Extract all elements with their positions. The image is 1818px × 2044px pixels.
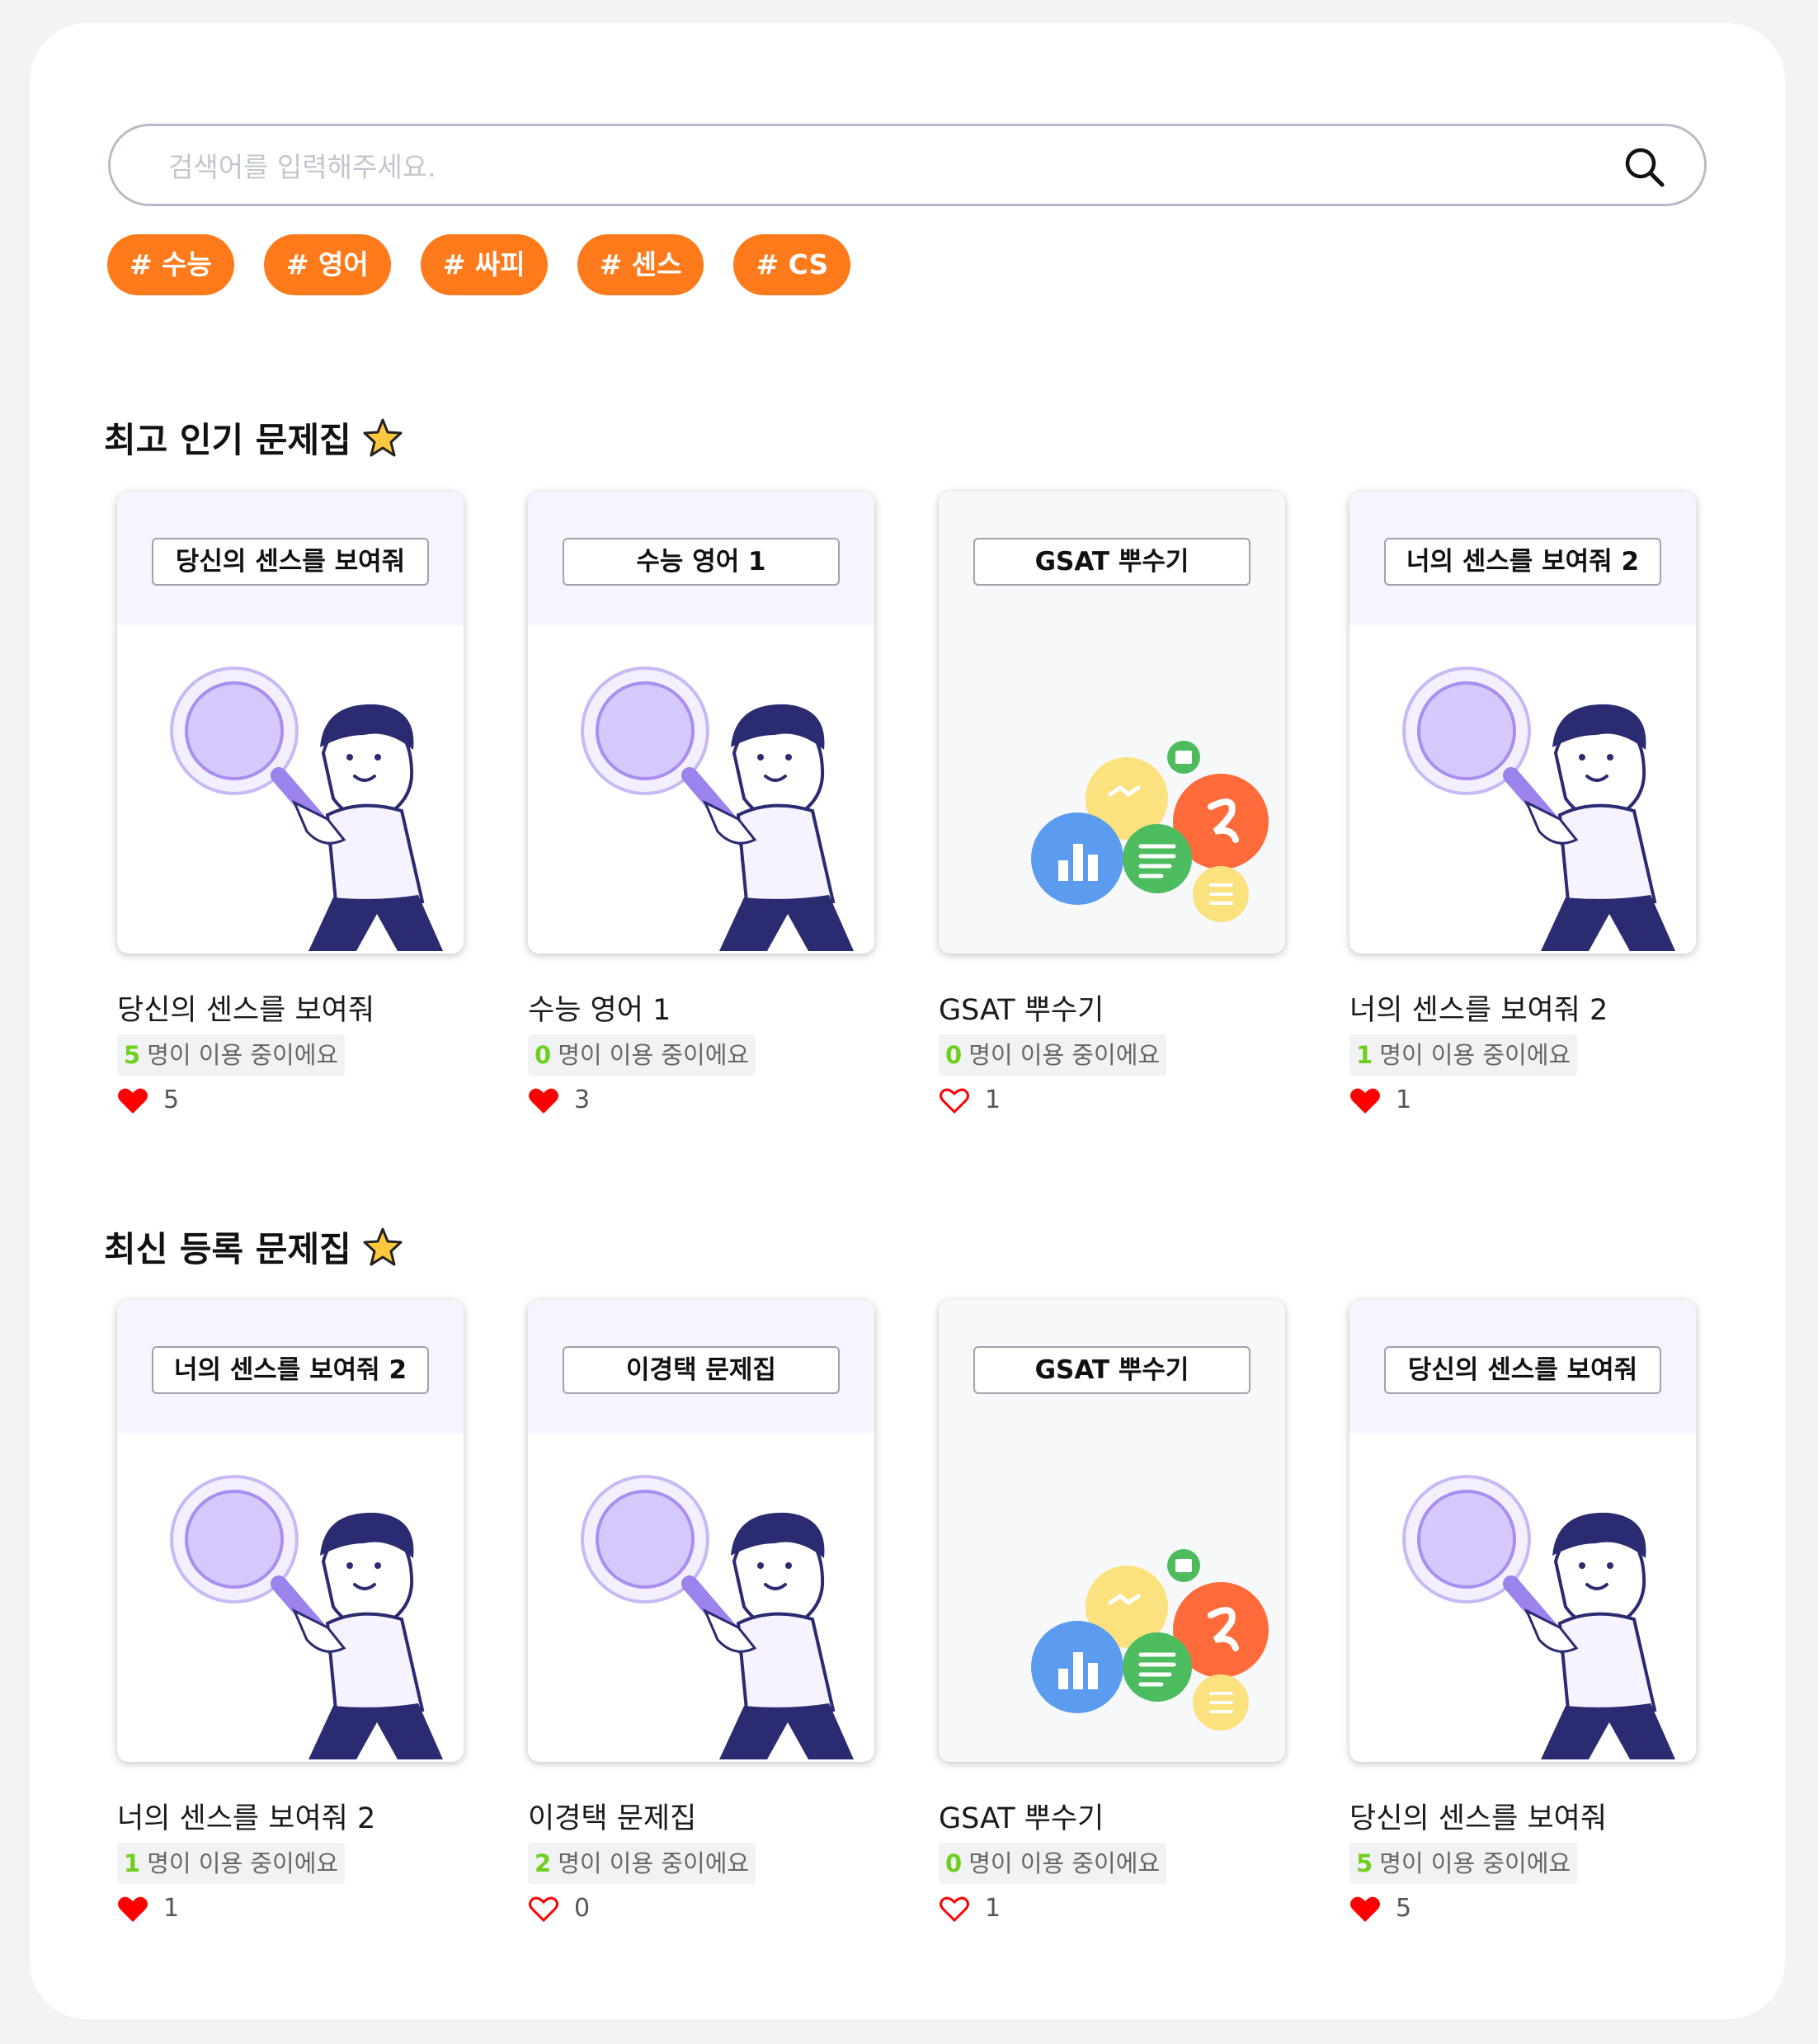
thumbnail-label: 이경택 문제집 [563, 1346, 840, 1394]
search-input[interactable] [167, 143, 1572, 191]
user-count: 2 [535, 1849, 552, 1877]
like-count: 1 [1396, 1086, 1412, 1114]
heart-filled-icon[interactable] [528, 1086, 559, 1114]
user-count: 1 [124, 1849, 141, 1877]
like-row: 5 [117, 1086, 179, 1114]
magnifier-person-illustration [170, 666, 443, 951]
star-icon [363, 418, 403, 456]
card-thumbnail[interactable]: GSAT 뿌수기 [939, 492, 1285, 954]
tag-chip[interactable]: # 영어 [263, 234, 391, 295]
user-count: 5 [124, 1041, 141, 1069]
like-row: 5 [1349, 1894, 1411, 1923]
tag-chip[interactable]: # CS [733, 234, 851, 295]
user-count-badge: 0 명이 이용 중이에요 [939, 1843, 1167, 1884]
magnifier-person-illustration [170, 1475, 443, 1759]
like-count: 1 [985, 1086, 1001, 1114]
like-count: 3 [574, 1086, 591, 1114]
card-thumbnail[interactable]: 당신의 센스를 보여줘 [117, 492, 464, 954]
card-thumbnail[interactable]: 너의 센스를 보여줘 2 [1349, 492, 1696, 954]
colored-circles-illustration [1031, 741, 1269, 922]
user-count-text: 명이 이용 중이에요 [147, 1041, 339, 1069]
user-count: 1 [1356, 1041, 1373, 1069]
heart-filled-icon[interactable] [1349, 1895, 1381, 1923]
user-count-badge: 0 명이 이용 중이에요 [939, 1034, 1167, 1076]
tag-chip[interactable]: # 수능 [107, 234, 234, 295]
section-title-recent: 최신 등록 문제집 [104, 1222, 404, 1272]
tag-list: # 수능 # 영어 # 싸피 # 센스 # CS [107, 234, 880, 295]
search-icon[interactable] [1622, 144, 1668, 191]
like-row: 1 [939, 1086, 1001, 1114]
magnifier-person-illustration [581, 666, 854, 951]
heart-outline-icon[interactable] [939, 1895, 970, 1923]
card-title[interactable]: 수능 영어 1 [528, 987, 671, 1029]
section-title-text: 최고 인기 문제집 [104, 420, 351, 460]
thumbnail-label: GSAT 뿌수기 [973, 1346, 1250, 1394]
user-count-text: 명이 이용 중이에요 [558, 1849, 750, 1877]
like-count: 5 [163, 1086, 180, 1114]
heart-filled-icon[interactable] [117, 1895, 148, 1923]
like-row: 1 [1349, 1086, 1411, 1114]
search-bar[interactable] [108, 124, 1707, 206]
card-title[interactable]: 너의 센스를 보여줘 2 [117, 1795, 375, 1837]
user-count-badge: 5 명이 이용 중이에요 [1349, 1843, 1578, 1884]
like-count: 5 [1396, 1894, 1412, 1923]
thumbnail-label: 너의 센스를 보여줘 2 [152, 1346, 429, 1394]
card-title[interactable]: GSAT 뿌수기 [939, 987, 1104, 1029]
like-row: 1 [939, 1894, 1001, 1923]
user-count-text: 명이 이용 중이에요 [147, 1849, 339, 1877]
magnifier-person-illustration [1402, 666, 1675, 951]
section-title-popular: 최고 인기 문제집 [104, 412, 404, 463]
thumbnail-label: 너의 센스를 보여줘 2 [1384, 538, 1661, 586]
like-row: 3 [528, 1086, 590, 1114]
card-thumbnail[interactable]: GSAT 뿌수기 [939, 1300, 1285, 1762]
card-thumbnail[interactable]: 당신의 센스를 보여줘 [1349, 1300, 1696, 1762]
user-count-text: 명이 이용 중이에요 [968, 1849, 1161, 1877]
like-count: 0 [574, 1894, 591, 1923]
user-count-text: 명이 이용 중이에요 [1379, 1041, 1571, 1069]
thumbnail-label: 당신의 센스를 보여줘 [1384, 1346, 1661, 1394]
user-count: 5 [1356, 1849, 1373, 1877]
tag-chip[interactable]: # 센스 [577, 234, 704, 295]
like-count: 1 [163, 1894, 180, 1923]
heart-filled-icon[interactable] [117, 1086, 148, 1114]
colored-circles-illustration [1031, 1549, 1269, 1731]
user-count-badge: 1 명이 이용 중이에요 [1349, 1034, 1578, 1076]
thumbnail-label: GSAT 뿌수기 [973, 538, 1250, 586]
card-thumbnail[interactable]: 수능 영어 1 [528, 492, 874, 954]
section-title-text: 최신 등록 문제집 [104, 1229, 351, 1269]
user-count: 0 [535, 1041, 552, 1069]
user-count: 0 [945, 1849, 963, 1877]
main-panel: # 수능 # 영어 # 싸피 # 센스 # CS 최고 인기 문제집 당신의 센… [30, 23, 1785, 2019]
card-thumbnail[interactable]: 이경택 문제집 [528, 1300, 874, 1762]
card-title[interactable]: 당신의 센스를 보여줘 [1349, 1795, 1607, 1837]
user-count-badge: 1 명이 이용 중이에요 [117, 1843, 346, 1884]
user-count-text: 명이 이용 중이에요 [558, 1041, 750, 1069]
star-icon [363, 1227, 403, 1265]
card-title[interactable]: 이경택 문제집 [528, 1795, 696, 1837]
heart-outline-icon[interactable] [528, 1895, 559, 1923]
like-row: 1 [117, 1894, 179, 1923]
thumbnail-label: 수능 영어 1 [563, 538, 840, 586]
user-count-badge: 5 명이 이용 중이에요 [117, 1034, 346, 1076]
heart-filled-icon[interactable] [1349, 1086, 1381, 1114]
card-title[interactable]: GSAT 뿌수기 [939, 1795, 1104, 1837]
user-count-badge: 2 명이 이용 중이에요 [528, 1843, 756, 1884]
user-count-badge: 0 명이 이용 중이에요 [528, 1034, 756, 1076]
user-count-text: 명이 이용 중이에요 [968, 1041, 1161, 1069]
like-count: 1 [985, 1894, 1001, 1923]
like-row: 0 [528, 1894, 590, 1923]
card-title[interactable]: 당신의 센스를 보여줘 [117, 987, 374, 1029]
magnifier-person-illustration [1402, 1475, 1675, 1759]
thumbnail-label: 당신의 센스를 보여줘 [152, 538, 429, 586]
heart-outline-icon[interactable] [939, 1086, 970, 1114]
user-count-text: 명이 이용 중이에요 [1379, 1849, 1571, 1877]
tag-chip[interactable]: # 싸피 [420, 234, 548, 295]
card-title[interactable]: 너의 센스를 보여줘 2 [1349, 987, 1608, 1029]
user-count: 0 [945, 1041, 963, 1069]
magnifier-person-illustration [581, 1475, 854, 1759]
card-thumbnail[interactable]: 너의 센스를 보여줘 2 [117, 1300, 464, 1762]
